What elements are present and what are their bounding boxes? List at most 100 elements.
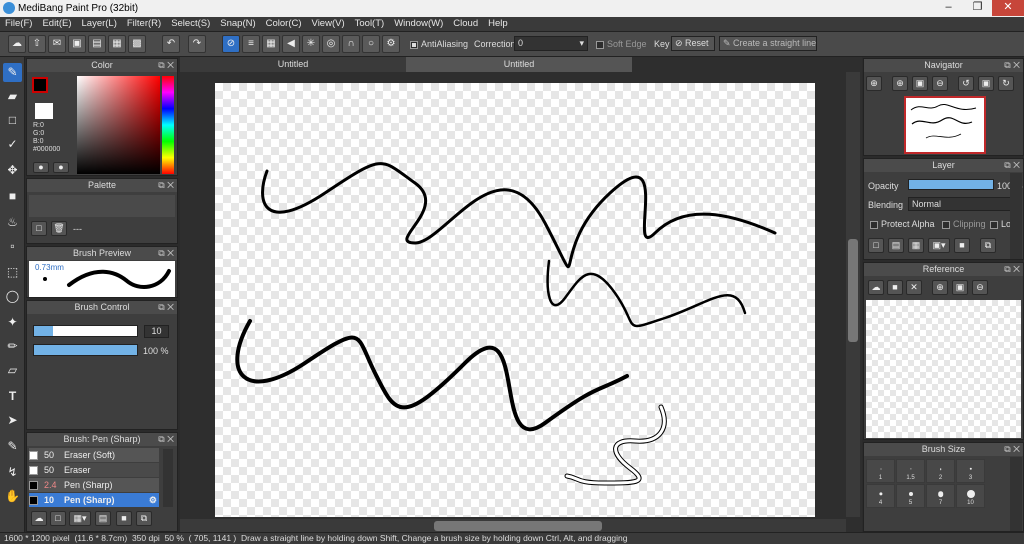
menu-select[interactable]: Select(S) [166,17,215,29]
menu-view[interactable]: View(V) [307,17,350,29]
panel-close-icon[interactable]: ⧉ ✕ [158,433,174,446]
bucket-tool-icon[interactable]: ♨ [3,213,22,232]
navigator-thumbnail[interactable] [904,96,986,154]
brush-item-pen-sharp-selected[interactable]: 10 Pen (Sharp) ⚙ [29,493,159,507]
protect-alpha-checkbox[interactable] [870,220,878,229]
rotate-left-icon[interactable]: ↺ [958,76,974,91]
page-icon[interactable]: ▣ [68,35,86,53]
comment-icon[interactable]: ✉ [48,35,66,53]
select-eraser-icon[interactable]: ▱ [3,361,22,380]
cloud-icon[interactable]: ☁ [868,280,884,295]
layer-opacity-slider[interactable] [908,179,994,190]
brush-tool-icon[interactable]: ✎ [3,63,22,82]
hue-slider[interactable] [162,76,174,174]
zoom-out-icon[interactable]: ⊖ [972,280,988,295]
create-straight-line-button[interactable]: ✎ Create a straight line [719,36,817,51]
vertical-scrollbar-thumb[interactable] [848,239,858,342]
drawing-canvas[interactable] [215,83,815,517]
maximize-button[interactable]: ❐ [964,0,991,16]
delete-palette-icon[interactable]: 🗑 [51,221,67,236]
zoom-in-icon[interactable]: ⊕ [892,76,908,91]
palette-swatch-area[interactable] [29,195,175,217]
brush-item-eraser[interactable]: 50 Eraser [29,463,159,477]
curve-snap-icon[interactable]: ∩ [342,35,360,53]
cloud-icon[interactable]: ☁ [8,35,26,53]
brush-size-scrollbar[interactable] [1010,457,1022,531]
brush-size-cell[interactable]: 10 [956,484,985,508]
share-icon[interactable]: ⇧ [28,35,46,53]
ring-snap-icon[interactable]: ○ [362,35,380,53]
zoom-in-icon[interactable]: ⊕ [866,76,882,91]
menu-tool[interactable]: Tool(T) [350,17,390,29]
brush-size-value[interactable]: 10 [144,325,169,338]
snap-off-icon[interactable]: ⊘ [222,35,240,53]
brush-item-pen-sharp-small[interactable]: 2.4 Pen (Sharp) [29,478,159,492]
settings-icon[interactable]: ⚙ [382,35,400,53]
brush-size-slider[interactable] [33,325,138,337]
panel-close-icon[interactable]: ⧉ ✕ [1004,263,1020,276]
reference-canvas[interactable] [866,300,1021,438]
eyedropper-icon[interactable]: ✎ [3,437,22,456]
new-layer-icon[interactable]: □ [868,238,884,253]
brush-size-cell[interactable]: 1.5 [896,459,925,483]
soft-edge-toggle[interactable]: Soft Edge [596,39,647,49]
radial-snap-icon[interactable]: ✳ [302,35,320,53]
zoom-out-icon[interactable]: ⊖ [932,76,948,91]
panel-icon[interactable]: ▦ [108,35,126,53]
redo-icon[interactable]: ↷ [188,35,206,53]
duplicate-layer-icon[interactable]: ⧉ [980,238,996,253]
select-tool-icon[interactable]: ⬚ [3,263,22,282]
dropper-icon[interactable]: ↯ [3,463,22,482]
grid-snap-icon[interactable]: ▦ [262,35,280,53]
menu-edit[interactable]: Edit(E) [37,17,76,29]
zoom-in-icon[interactable]: ⊕ [932,280,948,295]
correction-select[interactable]: 0 ▾ [514,36,588,51]
panel-close-icon[interactable]: ⧉ ✕ [158,59,174,72]
new-halftone-layer-icon[interactable]: ▤ [888,238,904,253]
fit-icon[interactable]: ▣ [912,76,928,91]
gear-icon[interactable]: ⚙ [149,493,157,507]
select-pen-icon[interactable]: ✏ [3,337,22,356]
layer-scrollbar[interactable] [1010,173,1022,259]
new-8bit-layer-icon[interactable]: ▦ [908,238,924,253]
close-icon[interactable]: ✕ [906,280,922,295]
undo-icon[interactable]: ↶ [162,35,180,53]
new-palette-icon[interactable]: □ [31,221,47,236]
brush-list-scrollbar[interactable] [163,449,173,507]
panel-close-icon[interactable]: ⧉ ✕ [1004,443,1020,456]
menu-cloud[interactable]: Cloud [448,17,483,29]
brush-size-cell[interactable]: 5 [896,484,925,508]
saturation-value-picker[interactable] [77,76,160,174]
panel-close-icon[interactable]: ⧉ ✕ [158,179,174,192]
soft-edge-checkbox[interactable] [596,40,604,49]
rotate-right-icon[interactable]: ↻ [998,76,1014,91]
duplicate-icon[interactable]: ⧉ [136,511,152,526]
antialiasing-toggle[interactable]: AntiAliasing [410,39,468,49]
menu-filter[interactable]: Filter(R) [122,17,166,29]
folder-open-icon[interactable]: ■ [887,280,903,295]
transparent-swatch[interactable] [35,103,53,119]
reset-button[interactable]: ⊘ Reset [671,36,715,51]
close-button[interactable]: ✕ [992,0,1024,16]
fit-icon[interactable]: ▣ [952,280,968,295]
operation-tool-icon[interactable]: ➤ [3,411,22,430]
antialiasing-checkbox[interactable] [410,40,418,49]
panel-close-icon[interactable]: ⧉ ✕ [1004,59,1020,72]
minimize-button[interactable]: – [935,0,962,16]
blending-select[interactable]: Normal▾ [908,197,1020,211]
folder-icon[interactable]: ■ [954,238,970,253]
hand-tool-icon[interactable]: ✋ [3,487,22,506]
fill-rect-tool-icon[interactable]: ■ [3,187,22,206]
grid-icon[interactable]: ▩ [128,35,146,53]
horizontal-scrollbar[interactable] [180,519,846,533]
vertical-scrollbar[interactable] [846,72,860,517]
foreground-color-swatch[interactable] [32,77,48,93]
text-tool-icon[interactable]: T [3,387,22,406]
parallel-snap-icon[interactable]: ≡ [242,35,260,53]
brush-item-eraser-soft[interactable]: 50 Eraser (Soft) [29,448,159,462]
protect-alpha-toggle[interactable]: Protect Alpha [870,219,935,229]
line-tool-icon[interactable]: ✓ [3,135,22,154]
menu-snap[interactable]: Snap(N) [215,17,260,29]
eraser-tool-icon[interactable]: ▰ [3,87,22,106]
brush-options-icon[interactable]: ▦▾ [69,511,91,526]
